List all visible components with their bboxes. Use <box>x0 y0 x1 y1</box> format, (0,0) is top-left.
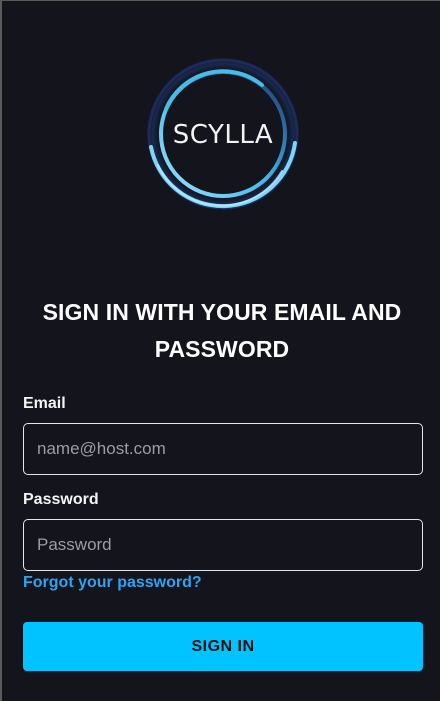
password-label: Password <box>23 491 99 508</box>
forgot-password-link[interactable]: Forgot your password? <box>23 574 202 592</box>
email-label: Email <box>23 395 66 412</box>
sign-in-button[interactable]: SIGN IN <box>23 622 423 671</box>
heading-line-2: PASSWORD <box>154 336 290 362</box>
logo-text: SCYLLA <box>173 120 273 150</box>
heading-line-1: SIGN IN WITH YOUR EMAIL AND <box>42 299 402 325</box>
page-heading: SIGN IN WITH YOUR EMAIL AND PASSWORD <box>2 294 440 368</box>
password-field[interactable] <box>23 519 423 571</box>
logo-graphic: SCYLLA <box>145 56 301 212</box>
scylla-logo: SCYLLA <box>142 53 304 215</box>
email-field[interactable] <box>23 423 423 475</box>
